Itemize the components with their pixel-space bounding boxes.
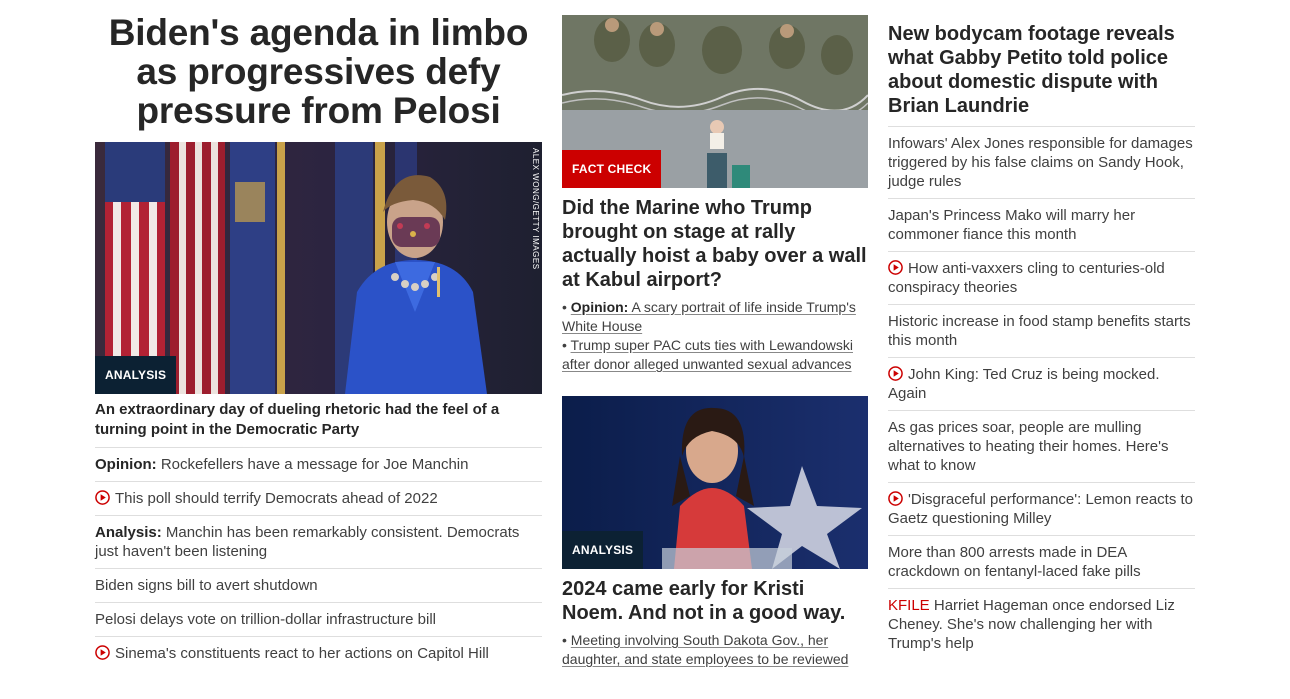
lead-story-column: Biden's agenda in limbo as progressives … xyxy=(95,0,542,670)
item-text: Biden signs bill to avert shutdown xyxy=(95,577,318,594)
list-item[interactable]: More than 800 arrests made in DEA crackd… xyxy=(888,536,1195,589)
list-item[interactable]: As gas prices soar, people are mulling a… xyxy=(888,411,1195,483)
right-headline-list: Infowars' Alex Jones responsible for dam… xyxy=(888,127,1195,660)
item-text: Sinema's constituents react to her actio… xyxy=(115,645,489,662)
list-item[interactable]: Opinion: Rockefellers have a message for… xyxy=(95,448,542,482)
noem-related-links: • Meeting involving South Dakota Gov., h… xyxy=(562,631,868,669)
fact-check-badge: FACT CHECK xyxy=(562,150,662,188)
list-item[interactable]: This poll should terrify Democrats ahead… xyxy=(95,482,542,516)
play-video-icon xyxy=(888,366,903,381)
item-text: Harriet Hageman once endorsed Liz Cheney… xyxy=(888,597,1175,652)
lead-story-title[interactable]: An extraordinary day of dueling rhetoric… xyxy=(95,400,542,448)
lead-headline[interactable]: Biden's agenda in limbo as progressives … xyxy=(95,13,542,130)
item-prefix: Analysis: xyxy=(95,524,162,541)
analysis-badge: ANALYSIS xyxy=(562,531,644,569)
list-item[interactable]: Pelosi delays vote on trillion-dollar in… xyxy=(95,603,542,637)
noem-story-title[interactable]: 2024 came early for Kristi Noem. And not… xyxy=(562,577,868,625)
list-item[interactable]: Japan's Princess Mako will marry her com… xyxy=(888,199,1195,252)
related-link[interactable]: • Trump super PAC cuts ties with Lewando… xyxy=(562,336,868,374)
list-item[interactable]: Biden signs bill to avert shutdown xyxy=(95,569,542,603)
item-text: 'Disgraceful performance': Lemon reacts … xyxy=(888,491,1194,527)
item-text: Rockefellers have a message for Joe Manc… xyxy=(160,456,469,473)
item-text: John King: Ted Cruz is being mocked. Aga… xyxy=(888,366,1160,402)
kabul-story-image[interactable]: FACT CHECK xyxy=(562,15,868,188)
list-item[interactable]: Analysis: Manchin has been remarkably co… xyxy=(95,516,542,569)
list-item[interactable]: KFILE Harriet Hageman once endorsed Liz … xyxy=(888,589,1195,660)
lead-story-image[interactable]: ALEX WONG/GETTY IMAGES ANALYSIS xyxy=(95,142,542,394)
kabul-related-links: • Opinion: A scary portrait of life insi… xyxy=(562,298,868,374)
right-column: New bodycam footage reveals what Gabby P… xyxy=(888,0,1195,660)
list-item[interactable]: Infowars' Alex Jones responsible for dam… xyxy=(888,127,1195,199)
list-item[interactable]: Sinema's constituents react to her actio… xyxy=(95,637,542,670)
item-text: Historic increase in food stamp benefits… xyxy=(888,313,1191,349)
item-text: Japan's Princess Mako will marry her com… xyxy=(888,207,1136,243)
image-credit: ALEX WONG/GETTY IMAGES xyxy=(531,148,540,270)
kfile-label: KFILE xyxy=(888,597,930,614)
play-video-icon xyxy=(888,491,903,506)
list-item[interactable]: How anti-vaxxers cling to centuries-old … xyxy=(888,252,1195,305)
related-link[interactable]: • Opinion: A scary portrait of life insi… xyxy=(562,298,868,336)
play-video-icon xyxy=(95,490,110,505)
play-video-icon xyxy=(888,260,903,275)
related-link-text[interactable]: Opinion: A scary portrait of life inside… xyxy=(562,299,856,334)
kabul-story-title[interactable]: Did the Marine who Trump brought on stag… xyxy=(562,196,868,292)
item-text: How anti-vaxxers cling to centuries-old … xyxy=(888,260,1165,296)
analysis-badge: ANALYSIS xyxy=(95,356,177,394)
item-text: This poll should terrify Democrats ahead… xyxy=(115,490,438,507)
item-text: As gas prices soar, people are mulling a… xyxy=(888,419,1169,474)
noem-story-image[interactable]: ANALYSIS xyxy=(562,396,868,569)
item-text: Infowars' Alex Jones responsible for dam… xyxy=(888,135,1193,190)
related-link-text[interactable]: Meeting involving South Dakota Gov., her… xyxy=(562,632,848,667)
lead-related-list: Opinion: Rockefellers have a message for… xyxy=(95,448,542,670)
right-headline[interactable]: New bodycam footage reveals what Gabby P… xyxy=(888,22,1195,127)
list-item[interactable]: John King: Ted Cruz is being mocked. Aga… xyxy=(888,358,1195,411)
list-item[interactable]: Historic increase in food stamp benefits… xyxy=(888,305,1195,358)
item-text: Pelosi delays vote on trillion-dollar in… xyxy=(95,611,436,628)
item-text: More than 800 arrests made in DEA crackd… xyxy=(888,544,1141,580)
list-item[interactable]: 'Disgraceful performance': Lemon reacts … xyxy=(888,483,1195,536)
item-prefix: Opinion: xyxy=(95,456,157,473)
middle-column: FACT CHECK Did the Marine who Trump brou… xyxy=(562,0,868,669)
play-video-icon xyxy=(95,645,110,660)
related-link[interactable]: • Meeting involving South Dakota Gov., h… xyxy=(562,631,868,669)
related-link-text[interactable]: Trump super PAC cuts ties with Lewandows… xyxy=(562,337,853,372)
